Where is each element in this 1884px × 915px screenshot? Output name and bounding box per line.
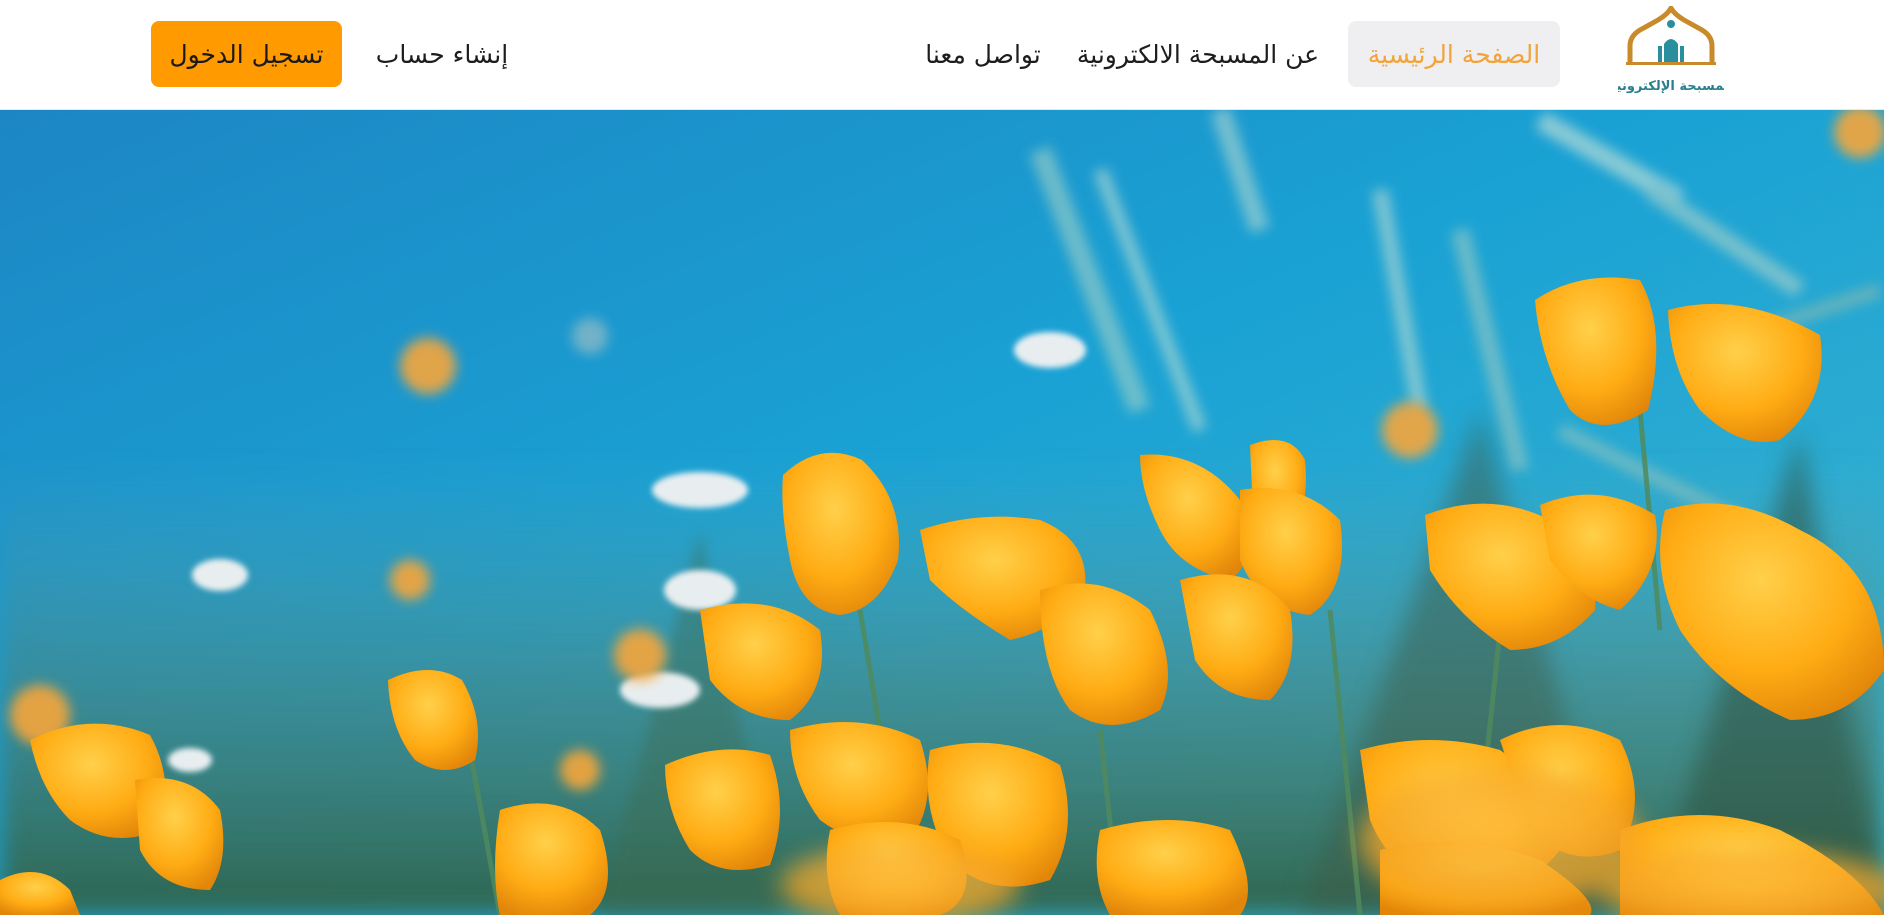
hero-flowers-image xyxy=(0,110,1884,915)
nav-home-link[interactable]: الصفحة الرئيسية xyxy=(1348,21,1560,87)
top-navigation-bar: المسبحة الإلكترونية الصفحة الرئيسية عن ا… xyxy=(0,0,1884,110)
logo-mosque-icon: المسبحة الإلكترونية xyxy=(1618,6,1724,94)
login-button[interactable]: تسجيل الدخول xyxy=(151,21,342,87)
hero-banner xyxy=(0,110,1884,915)
nav-about-link[interactable]: عن المسبحة الالكترونية xyxy=(1066,21,1330,87)
register-link[interactable]: إنشاء حساب xyxy=(372,21,512,87)
page: المسبحة الإلكترونية الصفحة الرئيسية عن ا… xyxy=(0,0,1884,915)
site-logo[interactable]: المسبحة الإلكترونية xyxy=(1618,6,1724,102)
nav-contact-link[interactable]: تواصل معنا xyxy=(918,21,1048,87)
logo-text: المسبحة الإلكترونية xyxy=(1618,79,1724,94)
